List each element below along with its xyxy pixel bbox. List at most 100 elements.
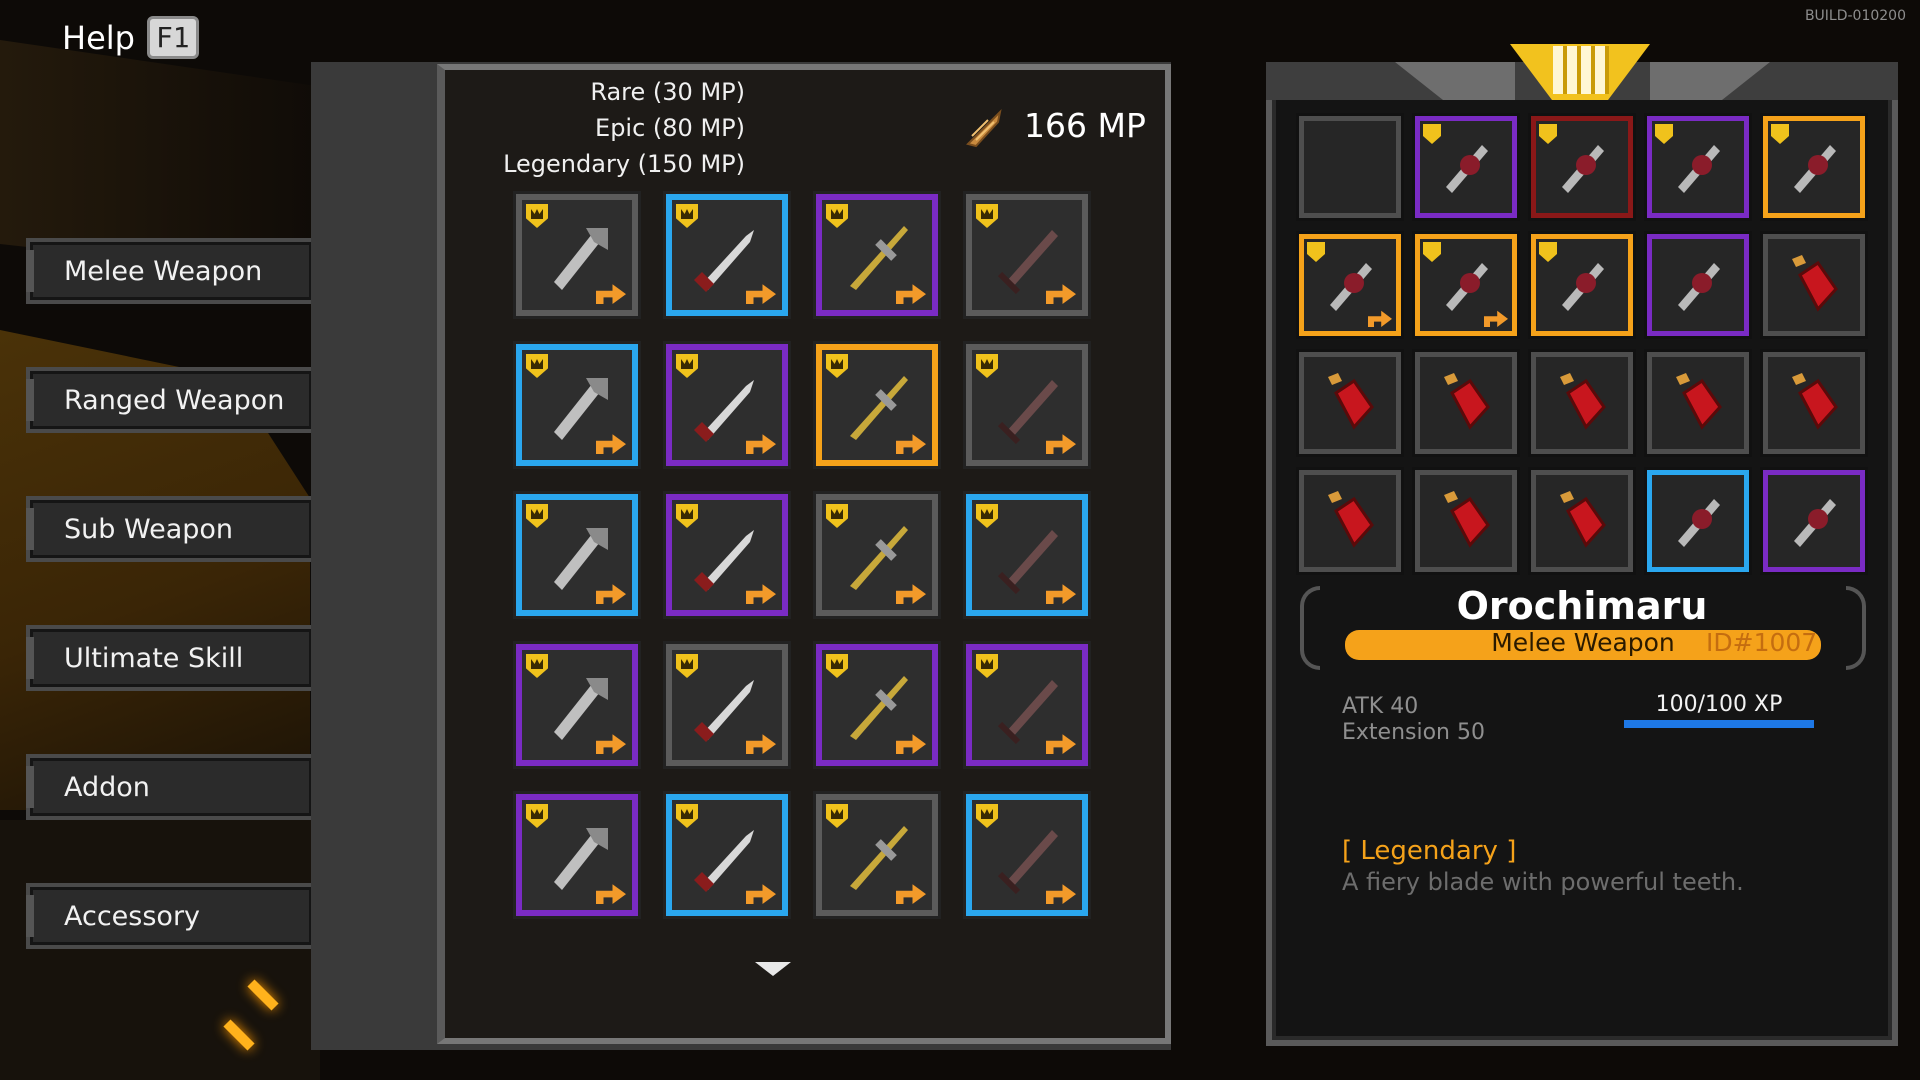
item-rarity: [ Legendary ]	[1342, 836, 1517, 866]
inventory-slot[interactable]	[1760, 113, 1868, 221]
weapon-icon	[850, 676, 908, 740]
potion-icon	[1560, 491, 1606, 548]
gear-item-icon	[1330, 263, 1372, 311]
potion-icon	[1328, 491, 1374, 548]
tab-label: Sub Weapon	[64, 513, 234, 545]
stat-extension: Extension 50	[1342, 720, 1485, 745]
weapon-icon	[554, 828, 608, 890]
item-slot[interactable]	[663, 191, 791, 319]
item-slot[interactable]	[813, 491, 941, 619]
inventory-slot[interactable]	[1412, 231, 1520, 339]
inventory-slot-empty[interactable]	[1296, 113, 1404, 221]
weapon-icon	[554, 678, 608, 740]
inventory-slot[interactable]	[1296, 231, 1404, 339]
mp-balance: 166 MP	[1024, 106, 1146, 145]
help-key: F1	[146, 16, 199, 59]
item-id: ID#1007	[1706, 628, 1818, 657]
gear-item-icon	[1562, 263, 1604, 311]
rarity-cost-legendary: Legendary (150 MP)	[503, 150, 745, 178]
item-slot[interactable]	[513, 641, 641, 769]
inventory-slot[interactable]	[1644, 467, 1752, 575]
weapon-icon	[694, 680, 754, 742]
gear-item-icon	[1446, 145, 1488, 193]
item-slot[interactable]	[663, 791, 791, 919]
item-slot[interactable]	[963, 491, 1091, 619]
potion-icon	[1444, 373, 1490, 430]
help-label: Help	[62, 18, 135, 57]
build-label: BUILD-010200	[1804, 8, 1906, 24]
gear-item-icon	[1678, 145, 1720, 193]
xp-fill	[1624, 720, 1814, 728]
item-slot[interactable]	[513, 191, 641, 319]
tab-label: Accessory	[64, 900, 201, 932]
rarity-cost-epic: Epic (80 MP)	[595, 114, 745, 142]
tab-melee-weapon[interactable]: Melee Weapon	[26, 238, 312, 304]
inventory-slot[interactable]	[1644, 349, 1752, 457]
item-slot[interactable]	[963, 191, 1091, 319]
tab-addon[interactable]: Addon	[26, 754, 312, 820]
gear-item-icon	[1794, 145, 1836, 193]
weapon-icon	[997, 530, 1058, 595]
help-hint[interactable]: Help F1	[62, 16, 199, 59]
item-name: Orochimaru	[1456, 584, 1708, 628]
xp-bar	[1624, 720, 1814, 728]
gear-item-icon	[1794, 499, 1836, 547]
weapon-icon	[997, 680, 1058, 745]
item-slot[interactable]	[813, 791, 941, 919]
potion-icon	[1328, 373, 1374, 430]
mp-icon	[966, 108, 1002, 148]
item-slot[interactable]	[513, 491, 641, 619]
weapon-icon	[850, 826, 908, 890]
stat-atk: ATK 40	[1342, 694, 1419, 719]
weapon-icon	[694, 230, 754, 292]
item-slot[interactable]	[963, 641, 1091, 769]
item-slot[interactable]	[513, 341, 641, 469]
tab-ranged-weapon[interactable]: Ranged Weapon	[26, 367, 312, 433]
inventory-slot[interactable]	[1760, 231, 1868, 339]
inventory-slot[interactable]	[1412, 467, 1520, 575]
inventory-slot[interactable]	[1528, 113, 1636, 221]
background-floor	[0, 820, 320, 1080]
weapon-icon	[997, 380, 1058, 445]
item-slot[interactable]	[663, 341, 791, 469]
weapon-icon	[554, 528, 608, 590]
inventory-slot[interactable]	[1296, 349, 1404, 457]
item-slot[interactable]	[663, 641, 791, 769]
potion-icon	[1560, 373, 1606, 430]
scroll-down-icon[interactable]	[755, 962, 791, 976]
tab-accessory[interactable]: Accessory	[26, 883, 312, 949]
rarity-cost-rare: Rare (30 MP)	[590, 78, 745, 106]
item-slot[interactable]	[663, 491, 791, 619]
item-slot[interactable]	[813, 641, 941, 769]
gear-item-icon	[1446, 263, 1488, 311]
inventory-slot[interactable]	[1296, 467, 1404, 575]
rank-bars-icon	[1553, 46, 1609, 94]
weapon-icon	[850, 226, 908, 290]
xp-label: 100/100 XP	[1655, 692, 1783, 717]
item-description: A fiery blade with powerful teeth.	[1342, 868, 1744, 896]
weapon-icon	[997, 830, 1058, 895]
inventory-slot[interactable]	[1528, 467, 1636, 575]
gear-item-icon	[1678, 499, 1720, 547]
item-slot[interactable]	[813, 191, 941, 319]
inventory-slot[interactable]	[1528, 349, 1636, 457]
potion-icon	[1444, 491, 1490, 548]
inventory-slot[interactable]	[1644, 113, 1752, 221]
weapon-icon	[554, 378, 608, 440]
inventory-slot[interactable]	[1528, 231, 1636, 339]
item-slot[interactable]	[963, 791, 1091, 919]
tab-label: Ranged Weapon	[64, 384, 285, 416]
potion-icon	[1792, 373, 1838, 430]
tab-ultimate-skill[interactable]: Ultimate Skill	[26, 625, 312, 691]
item-slot[interactable]	[513, 791, 641, 919]
inventory-slot[interactable]	[1644, 231, 1752, 339]
item-slot[interactable]	[813, 341, 941, 469]
gear-item-icon	[1562, 145, 1604, 193]
tab-sub-weapon[interactable]: Sub Weapon	[26, 496, 312, 562]
item-slot[interactable]	[963, 341, 1091, 469]
inventory-slot[interactable]	[1412, 349, 1520, 457]
inventory-slot[interactable]	[1760, 467, 1868, 575]
inventory-slot[interactable]	[1412, 113, 1520, 221]
potion-icon	[1792, 255, 1838, 312]
inventory-slot[interactable]	[1760, 349, 1868, 457]
